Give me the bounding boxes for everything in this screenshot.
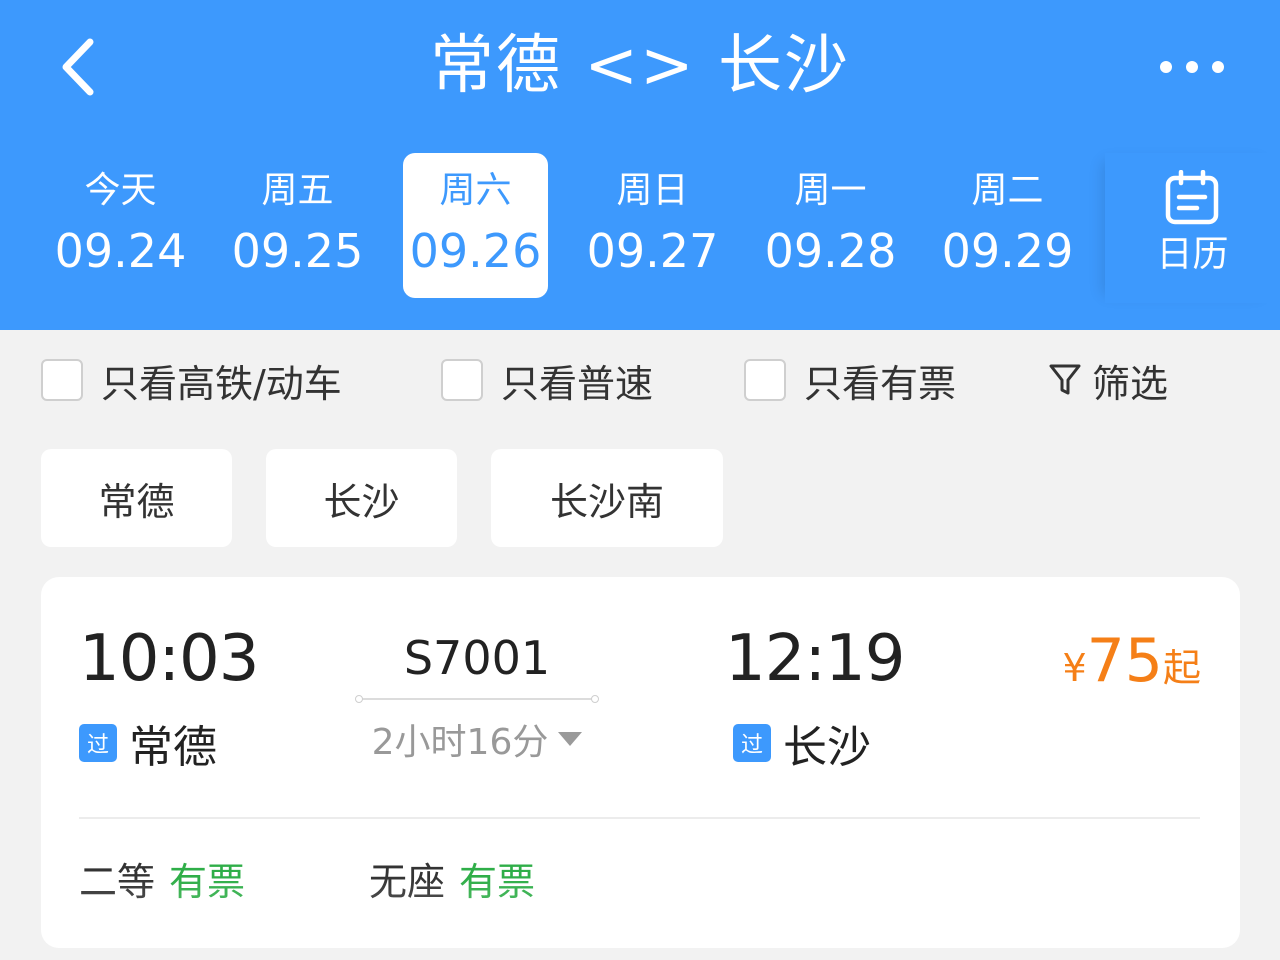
- filter-highspeed-only[interactable]: 只看高铁/动车: [41, 340, 342, 420]
- date-tab-0927[interactable]: 周日 09.27: [580, 153, 725, 298]
- more-dot: [1212, 61, 1224, 73]
- date-tab-weekday: 周一: [794, 170, 867, 211]
- seat-status: 有票: [459, 860, 536, 904]
- calendar-icon: [1165, 170, 1219, 225]
- price-suffix: 起: [1162, 646, 1201, 690]
- date-tab-date: 09.25: [231, 224, 364, 278]
- train-number: S7001: [403, 631, 551, 685]
- seat-status: 有票: [169, 860, 246, 904]
- date-tab-date: 09.27: [586, 224, 719, 278]
- filter-label: 只看普速: [501, 361, 654, 406]
- header-bar: 常德 <> 长沙 今天 09.24 周五 09.25 周六 09.26 周日 0…: [0, 0, 1280, 330]
- filter-available-only[interactable]: 只看有票: [744, 340, 956, 420]
- filter-label: 只看高铁/动车: [101, 361, 342, 406]
- date-tab-0926[interactable]: 周六 09.26: [403, 153, 548, 298]
- card-divider: [79, 817, 1200, 819]
- departure-time: 10:03: [79, 622, 259, 696]
- route-line-start: [355, 695, 363, 703]
- checkbox[interactable]: [41, 359, 83, 401]
- date-tab-0929[interactable]: 周二 09.29: [935, 153, 1080, 298]
- route-line: [355, 695, 599, 703]
- station-chip-changde[interactable]: 常德: [41, 449, 232, 547]
- filter-regular-only[interactable]: 只看普速: [441, 340, 653, 420]
- price: ¥75起: [1041, 629, 1201, 693]
- date-tab-date: 09.29: [941, 224, 1074, 278]
- date-tab-0925[interactable]: 周五 09.25: [225, 153, 370, 298]
- duration-text: 2小时16分: [371, 722, 549, 763]
- funnel-icon: [1049, 364, 1081, 395]
- date-tab-date: 09.24: [54, 224, 187, 278]
- seat-type: 二等: [79, 860, 156, 904]
- departure-station-row: 过 常德: [79, 715, 217, 773]
- departure-station: 常德: [129, 722, 217, 773]
- arrival-station-row: 过 长沙: [733, 715, 871, 773]
- seat-standing: 无座 有票: [369, 859, 535, 905]
- date-tab-date: 09.26: [409, 224, 542, 278]
- route-line-end: [591, 695, 599, 703]
- duration-toggle[interactable]: 2小时16分: [359, 713, 595, 765]
- date-tab-0924[interactable]: 今天 09.24: [48, 153, 193, 298]
- filter-label: 只看有票: [804, 361, 957, 406]
- caret-down-icon: [558, 732, 583, 746]
- date-tab-weekday: 周六: [439, 170, 512, 211]
- more-dot: [1186, 61, 1198, 73]
- station-chip-changsha-south[interactable]: 长沙南: [491, 449, 723, 547]
- date-tab-weekday: 周五: [261, 170, 334, 211]
- date-tabs: 今天 09.24 周五 09.25 周六 09.26 周日 09.27 周一 0…: [30, 153, 1100, 298]
- pass-badge: 过: [79, 724, 117, 762]
- pass-badge: 过: [733, 724, 771, 762]
- calendar-label: 日历: [1156, 234, 1229, 275]
- more-button[interactable]: [1152, 50, 1232, 84]
- route-title: 常德 <> 长沙: [430, 29, 850, 103]
- arrival-station: 长沙: [783, 722, 871, 773]
- train-card[interactable]: 10:03 过 常德 S7001 2小时16分 12:19 过 长沙 ¥75起 …: [41, 577, 1240, 948]
- date-tab-weekday: 周二: [971, 170, 1044, 211]
- seat-type: 无座: [369, 860, 446, 904]
- date-tab-date: 09.28: [764, 224, 897, 278]
- checkbox[interactable]: [441, 359, 483, 401]
- filter-button[interactable]: 筛选: [1048, 340, 1168, 420]
- filter-bar: 只看高铁/动车 只看普速 只看有票 筛选: [0, 340, 1280, 420]
- price-currency: ¥: [1062, 646, 1087, 690]
- station-chip-changsha[interactable]: 长沙: [266, 449, 457, 547]
- date-tab-weekday: 今天: [84, 170, 157, 211]
- calendar-button[interactable]: 日历: [1105, 153, 1280, 303]
- more-dots-icon: [1160, 61, 1172, 73]
- filter-button-label: 筛选: [1092, 361, 1169, 406]
- price-amount: 75: [1086, 626, 1163, 696]
- arrival-time: 12:19: [725, 622, 905, 696]
- date-tab-0928[interactable]: 周一 09.28: [758, 153, 903, 298]
- seat-second-class: 二等 有票: [79, 859, 245, 905]
- checkbox[interactable]: [744, 359, 786, 401]
- date-tab-weekday: 周日: [616, 170, 689, 211]
